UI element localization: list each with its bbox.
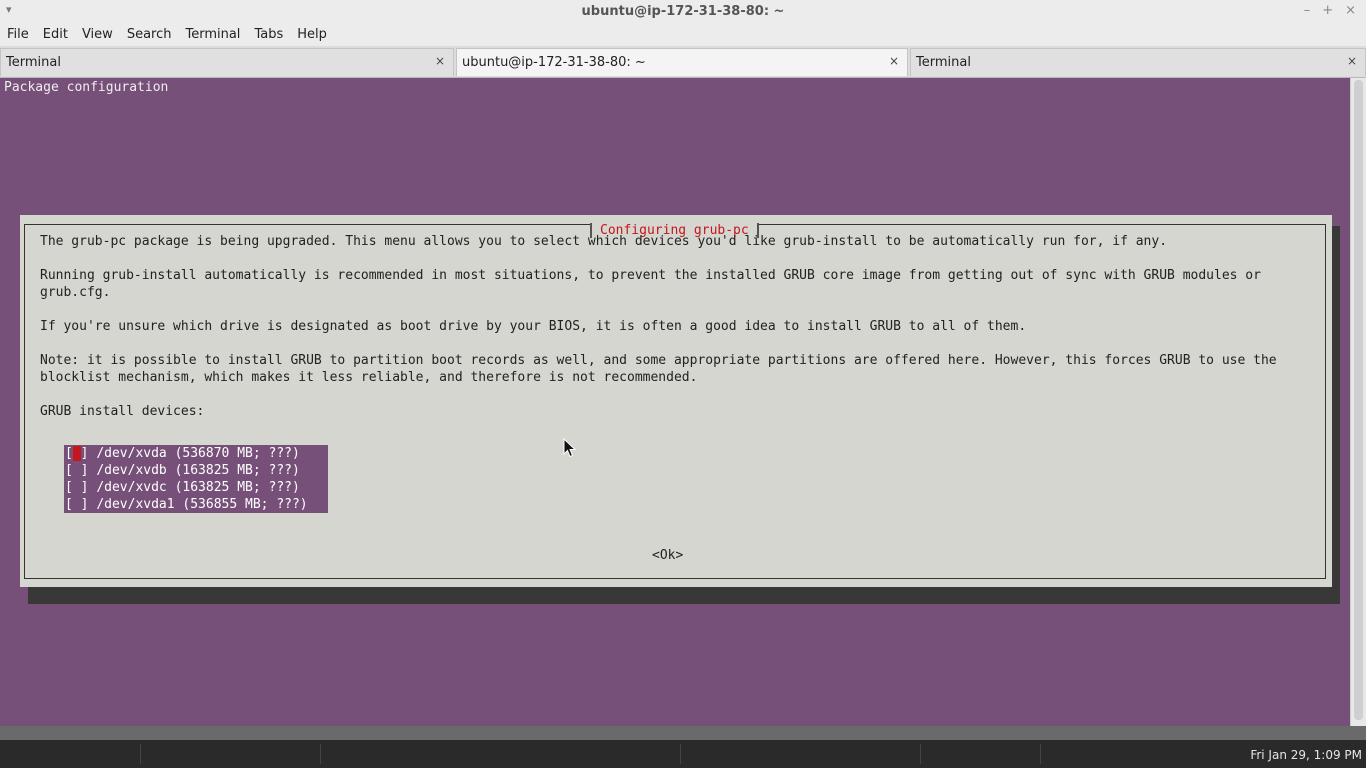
minimize-icon[interactable]: – [1304, 3, 1311, 18]
checkbox-bracket: ] [80, 480, 89, 495]
terminal-window: ▾ ubuntu@ip-172-31-38-80: ~ – + × File E… [0, 0, 1366, 768]
device-option[interactable]: [ ] /dev/xvda (536870 MB; ???) [64, 445, 328, 462]
dialog-frame: Configuring grub-pc The grub-pc package … [24, 223, 1326, 579]
taskbar-item[interactable] [140, 744, 321, 764]
tab-label: ubuntu@ip-172-31-38-80: ~ [462, 55, 646, 70]
package-config-header: Package configuration [4, 80, 169, 95]
taskbar-item[interactable] [920, 744, 1041, 764]
terminal-area[interactable]: Package configuration Configuring grub-p… [0, 78, 1350, 726]
checkbox-bracket: ] [80, 497, 89, 512]
ok-button[interactable]: <Ok> [652, 548, 683, 563]
mouse-pointer-icon [563, 438, 577, 458]
tab-terminal-1[interactable]: Terminal × [0, 48, 454, 76]
menu-help[interactable]: Help [290, 24, 334, 46]
dialog-paragraph: If you're unsure which drive is designat… [40, 319, 1027, 334]
menu-terminal[interactable]: Terminal [178, 24, 247, 46]
menu-search[interactable]: Search [120, 24, 179, 46]
checkbox-bracket: [ [65, 463, 73, 478]
taskbar-item[interactable] [680, 744, 921, 764]
checkbox-bracket: [ [65, 497, 73, 512]
checkbox-bracket: [ [65, 446, 73, 461]
close-icon[interactable]: × [889, 54, 899, 68]
device-checkbox[interactable] [73, 463, 81, 478]
device-option[interactable]: [ ] /dev/xvdb (163825 MB; ???) [64, 462, 328, 479]
close-icon[interactable]: × [1347, 54, 1357, 68]
tab-terminal-2[interactable]: Terminal × [910, 48, 1366, 76]
window-title: ubuntu@ip-172-31-38-80: ~ [581, 4, 785, 19]
scrollbar-thumb[interactable] [1354, 80, 1363, 720]
taskbar: Fri Jan 29, 1:09 PM [0, 740, 1366, 768]
device-label: /dev/xvda1 (536855 MB; ???) [96, 497, 308, 512]
menu-tabs[interactable]: Tabs [247, 24, 290, 46]
tab-ubuntu[interactable]: ubuntu@ip-172-31-38-80: ~ × [456, 48, 908, 76]
bottom-strip [0, 726, 1366, 740]
dialog-paragraph: Note: it is possible to install GRUB to … [40, 353, 1277, 385]
maximize-icon[interactable]: + [1322, 3, 1333, 18]
device-checkbox[interactable] [72, 446, 81, 461]
checkbox-bracket: [ [65, 480, 73, 495]
terminal-scrollbar[interactable] [1350, 78, 1366, 726]
device-option[interactable]: [ ] /dev/xvdc (163825 MB; ???) [64, 479, 328, 496]
tab-bar: Terminal × ubuntu@ip-172-31-38-80: ~ × T… [0, 46, 1366, 78]
close-icon[interactable]: × [1345, 3, 1356, 18]
menu-view[interactable]: View [75, 24, 120, 46]
tab-label: Terminal [916, 55, 971, 70]
taskbar-item[interactable] [320, 744, 681, 764]
checkbox-bracket: ] [80, 446, 89, 461]
device-label: /dev/xvdc (163825 MB; ???) [96, 480, 300, 495]
device-list: [ ] /dev/xvda (536870 MB; ???) [ ] /dev/… [64, 445, 328, 513]
tab-label: Terminal [6, 55, 61, 70]
device-option[interactable]: [ ] /dev/xvda1 (536855 MB; ???) [64, 496, 328, 513]
window-controls: – + × [1304, 3, 1356, 18]
checkbox-bracket: ] [80, 463, 89, 478]
device-checkbox[interactable] [73, 480, 81, 495]
menu-bar: File Edit View Search Terminal Tabs Help [0, 24, 1366, 46]
clock[interactable]: Fri Jan 29, 1:09 PM [1250, 748, 1362, 762]
dialog-paragraph: The grub-pc package is being upgraded. T… [40, 234, 1168, 249]
title-bar[interactable]: ▾ ubuntu@ip-172-31-38-80: ~ – + × [0, 0, 1366, 24]
grub-config-dialog: Configuring grub-pc The grub-pc package … [20, 215, 1332, 587]
device-label: /dev/xvdb (163825 MB; ???) [96, 463, 300, 478]
menu-file[interactable]: File [0, 24, 36, 46]
menu-edit[interactable]: Edit [36, 24, 75, 46]
close-icon[interactable]: × [435, 54, 445, 68]
device-label: /dev/xvda (536870 MB; ???) [96, 446, 300, 461]
devices-label: GRUB install devices: [40, 404, 205, 419]
device-checkbox[interactable] [73, 497, 81, 512]
dialog-paragraph: Running grub-install automatically is re… [40, 268, 1261, 300]
taskbar-item[interactable] [0, 744, 141, 764]
